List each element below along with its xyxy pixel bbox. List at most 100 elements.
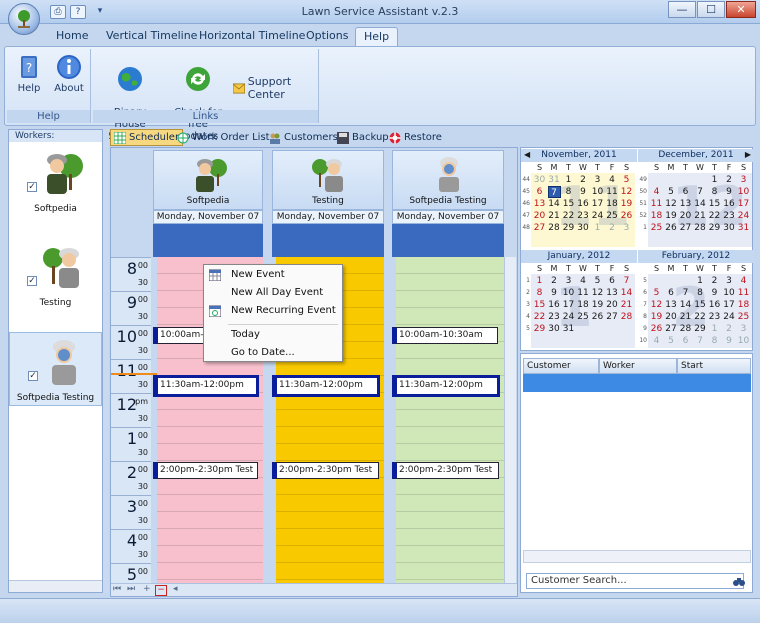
calendar-day[interactable]: 22 xyxy=(708,210,721,222)
calendar-day[interactable]: 13 xyxy=(533,198,546,210)
calendar-day[interactable]: 10 xyxy=(723,287,736,299)
calendar-day[interactable]: 10 xyxy=(737,335,750,347)
calendar-day[interactable]: 12 xyxy=(650,299,663,311)
calendar-day[interactable]: 23 xyxy=(577,210,590,222)
calendar-day[interactable]: 9 xyxy=(723,335,736,347)
calendar-day[interactable]: 24 xyxy=(591,210,604,222)
previous-month-icon[interactable]: ◀ xyxy=(524,150,530,159)
calendar-day[interactable]: 4 xyxy=(737,275,750,287)
calendar-day[interactable]: 19 xyxy=(650,311,663,323)
calendar-day[interactable]: 22 xyxy=(694,311,707,323)
calendar-day[interactable]: 16 xyxy=(548,299,561,311)
day-column-softpedia-testing[interactable] xyxy=(396,257,504,596)
menu-item-go-to-date[interactable]: Go to Date... xyxy=(204,344,342,362)
calendar-day[interactable]: 18 xyxy=(737,299,750,311)
calendar-day[interactable]: 1 xyxy=(591,222,604,234)
calendar-day[interactable]: 6 xyxy=(679,186,692,198)
calendar-day[interactable]: 21 xyxy=(694,210,707,222)
panel-splitter[interactable] xyxy=(103,129,109,593)
calendar-day[interactable]: 24 xyxy=(723,311,736,323)
add-icon[interactable]: + xyxy=(143,584,151,594)
worker-checkbox[interactable]: ✓ xyxy=(28,371,38,381)
calendar-day[interactable]: 6 xyxy=(665,287,678,299)
calendar-day[interactable]: 30 xyxy=(723,222,736,234)
calendar-day[interactable]: 27 xyxy=(679,222,692,234)
calendar-day[interactable]: 6 xyxy=(533,186,546,198)
calendar-day[interactable]: 3 xyxy=(737,323,750,335)
calendar-day[interactable]: 18 xyxy=(650,210,663,222)
calendar-day[interactable]: 16 xyxy=(577,198,590,210)
calendar-day[interactable]: 15 xyxy=(562,198,575,210)
calendar-day[interactable]: 7 xyxy=(547,186,561,198)
remove-icon[interactable]: − xyxy=(155,585,167,596)
calendar-day[interactable]: 1 xyxy=(708,323,721,335)
calendar-day[interactable]: 18 xyxy=(606,198,619,210)
calendar-day[interactable]: 2 xyxy=(548,275,561,287)
worker-item[interactable]: ✓ Testing xyxy=(9,238,102,312)
all-day-area[interactable] xyxy=(392,224,504,257)
calendar-day[interactable]: 11 xyxy=(650,198,663,210)
binoculars-icon[interactable] xyxy=(733,576,745,587)
calendar-day[interactable]: 25 xyxy=(577,311,590,323)
maximize-button[interactable]: ☐ xyxy=(697,1,725,18)
calendar-day[interactable]: 3 xyxy=(562,275,575,287)
calendar-day[interactable]: 2 xyxy=(577,174,590,186)
calendar-day[interactable]: 12 xyxy=(665,198,678,210)
calendar-day[interactable]: 30 xyxy=(533,174,546,186)
calendar-day[interactable]: 11 xyxy=(737,287,750,299)
calendar-day[interactable]: 8 xyxy=(708,186,721,198)
calendar-day[interactable]: 6 xyxy=(606,275,619,287)
event-block[interactable]: 2:00pm-2:30pm Test xyxy=(392,462,499,479)
calendar-day[interactable]: 31 xyxy=(562,323,575,335)
calendar-day[interactable]: 20 xyxy=(665,311,678,323)
calendar-day[interactable]: 13 xyxy=(665,299,678,311)
grid-selected-row[interactable] xyxy=(523,374,751,392)
calendar-day[interactable]: 28 xyxy=(694,222,707,234)
calendar-day[interactable]: 16 xyxy=(708,299,721,311)
menu-item-new-all-day-event[interactable]: New All Day Event xyxy=(204,284,342,302)
calendar-day[interactable]: 28 xyxy=(620,311,633,323)
calendar-day[interactable]: 26 xyxy=(620,210,633,222)
tab-horizontal-timeline[interactable]: Horizontal Timeline xyxy=(191,27,313,46)
calendar-day[interactable]: 17 xyxy=(562,299,575,311)
scheduler-vertical-scrollbar[interactable] xyxy=(504,257,516,587)
calendar-day[interactable]: 25 xyxy=(606,210,619,222)
worker-checkbox[interactable]: ✓ xyxy=(27,182,37,192)
calendar-day[interactable]: 2 xyxy=(723,174,736,186)
last-page-icon[interactable]: ⏭ xyxy=(127,584,135,594)
calendar-day[interactable]: 8 xyxy=(708,335,721,347)
app-menu-button[interactable] xyxy=(8,3,40,35)
calendar-day[interactable]: 6 xyxy=(679,335,692,347)
calendar-day[interactable]: 7 xyxy=(694,335,707,347)
calendar-day[interactable]: 23 xyxy=(723,210,736,222)
calendar-day[interactable]: 21 xyxy=(679,311,692,323)
scroll-left-icon[interactable]: ◂ xyxy=(173,584,178,594)
calendar-day[interactable]: 5 xyxy=(620,174,633,186)
calendar-day[interactable]: 30 xyxy=(548,323,561,335)
calendar-day[interactable]: 15 xyxy=(708,198,721,210)
calendar-day[interactable]: 15 xyxy=(694,299,707,311)
calendar-day[interactable]: 29 xyxy=(694,323,707,335)
calendar-day[interactable]: 20 xyxy=(533,210,546,222)
calendar-day[interactable]: 7 xyxy=(694,186,707,198)
calendar-day[interactable]: 9 xyxy=(723,186,736,198)
column-header-softpedia-testing[interactable]: Softpedia Testing xyxy=(392,150,504,210)
menu-item-new-recurring-event[interactable]: New Recurring Event xyxy=(204,302,342,320)
calendar-day[interactable]: 2 xyxy=(708,275,721,287)
tab-customers[interactable]: Customers xyxy=(266,129,341,146)
calendar-day[interactable]: 29 xyxy=(708,222,721,234)
calendar-day[interactable]: 27 xyxy=(606,311,619,323)
calendar-day[interactable]: 2 xyxy=(606,222,619,234)
calendar-day[interactable]: 11 xyxy=(606,186,619,198)
worker-item[interactable]: ✓ Softpedia xyxy=(9,144,102,218)
calendar-day[interactable]: 9 xyxy=(708,287,721,299)
next-month-icon[interactable]: ▶ xyxy=(745,150,751,159)
calendar-day[interactable]: 23 xyxy=(708,311,721,323)
calendar-day[interactable]: 1 xyxy=(562,174,575,186)
calendar-day[interactable]: 26 xyxy=(665,222,678,234)
close-button[interactable]: ✕ xyxy=(726,1,756,18)
grid-header-worker[interactable]: Worker xyxy=(599,358,677,374)
about-button[interactable]: About xyxy=(51,53,87,95)
calendar-day[interactable]: 7 xyxy=(679,287,692,299)
tab-restore[interactable]: Restore xyxy=(386,129,445,146)
